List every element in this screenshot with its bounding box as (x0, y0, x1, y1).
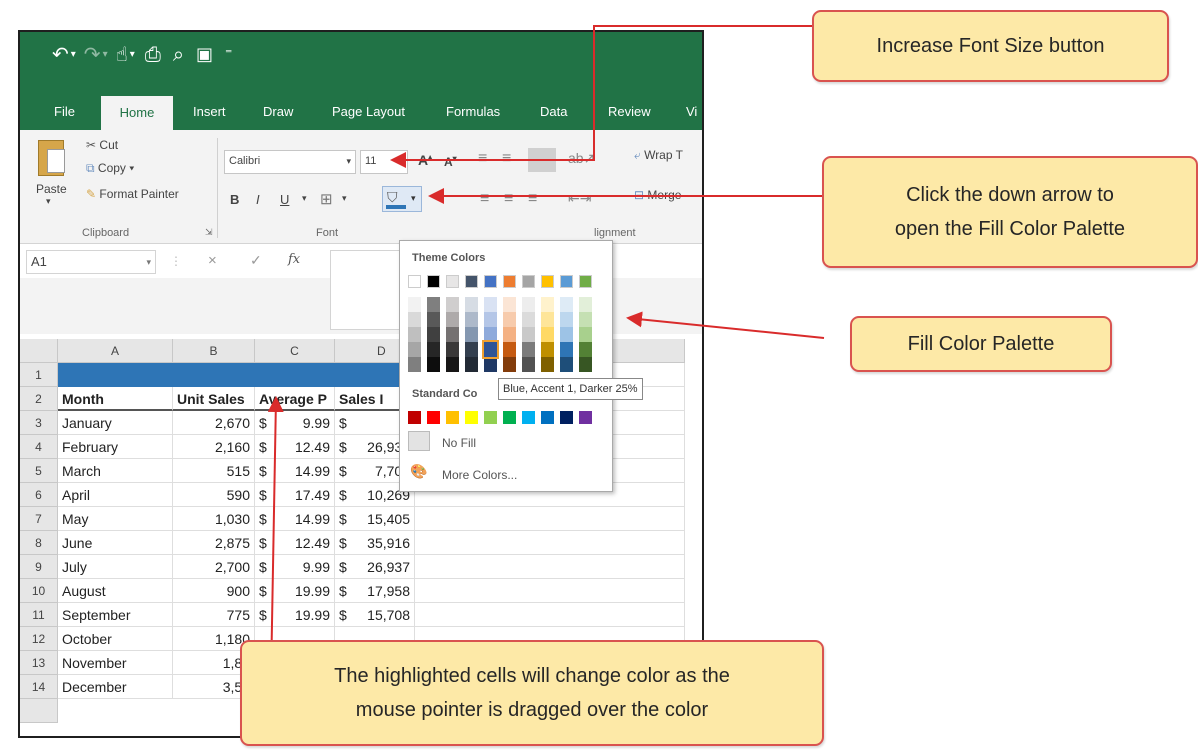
callout-highlight: The highlighted cells will change color … (240, 640, 824, 746)
theme-shade-swatch[interactable] (482, 340, 499, 359)
callout-font-size: Increase Font Size button (812, 10, 1169, 82)
annotation-arrows (267, 25, 825, 737)
callout-fill-arrow: Click the down arrow to open the Fill Col… (822, 156, 1198, 268)
callout-palette: Fill Color Palette (850, 316, 1112, 372)
arrow-palette (626, 311, 825, 339)
arrow-font-size (390, 25, 812, 168)
